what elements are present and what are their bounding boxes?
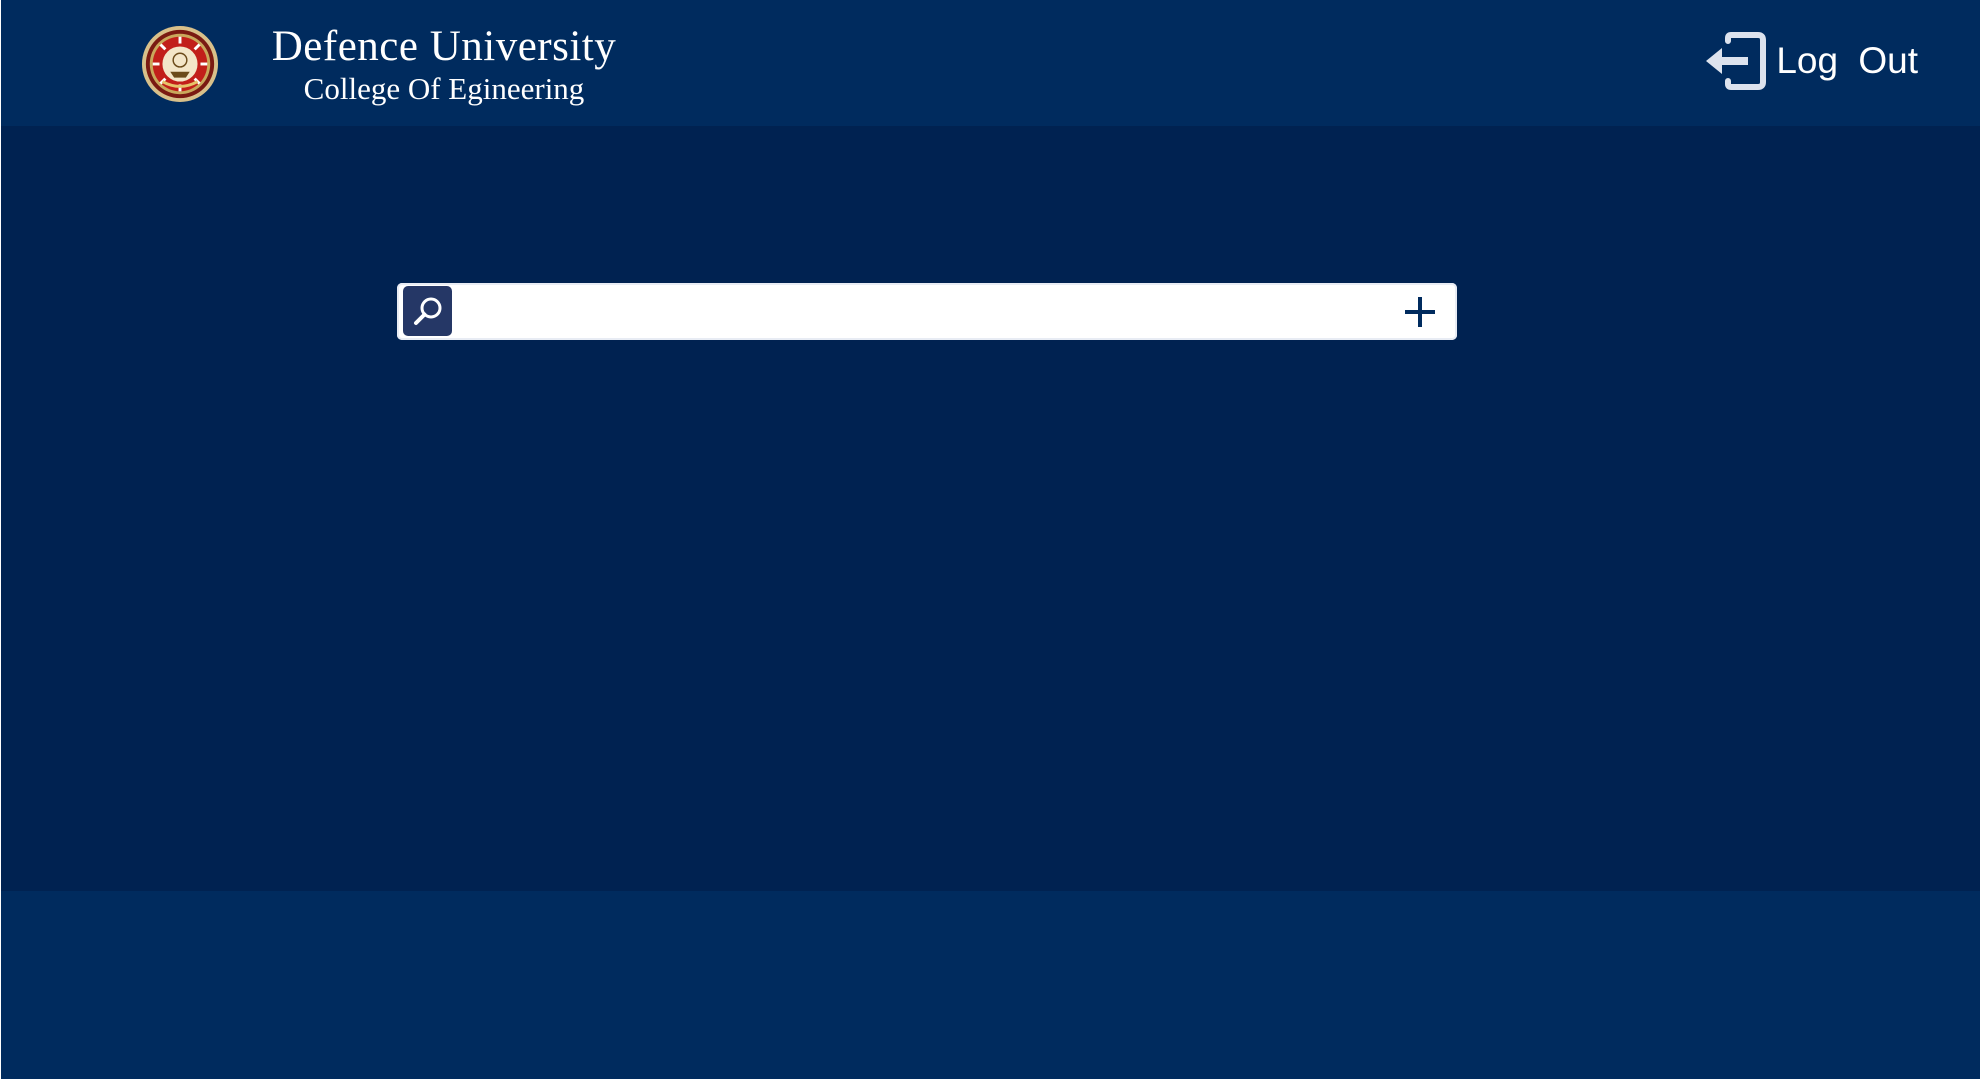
- search-bar: [397, 283, 1457, 340]
- college-subtitle: College Of Egineering: [303, 71, 585, 106]
- search-input[interactable]: [461, 289, 1365, 335]
- university-title: Defence University: [271, 23, 617, 70]
- search-icon: [413, 297, 441, 325]
- search-button[interactable]: [403, 286, 452, 336]
- logout-button[interactable]: Log Out: [1704, 32, 1918, 90]
- main-content: [1, 126, 1980, 891]
- brand-block: Defence University College Of Egineering: [259, 22, 629, 106]
- logout-label: Log Out: [1776, 40, 1918, 81]
- plus-icon: [1405, 297, 1435, 327]
- logout-arrow-icon: [1706, 32, 1767, 90]
- app-frame: Defence University College Of Egineering…: [1, 0, 1980, 1079]
- top-header: Defence University College Of Egineering…: [1, 0, 1980, 126]
- add-button[interactable]: [1397, 289, 1443, 335]
- university-seal-icon: [141, 25, 219, 103]
